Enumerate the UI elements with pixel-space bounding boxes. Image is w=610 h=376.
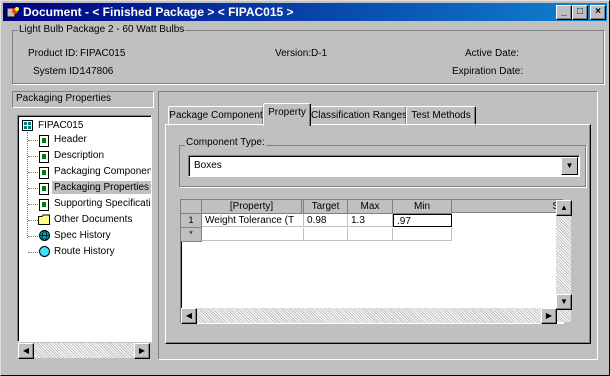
version-label: Version: (275, 48, 312, 59)
tree-item-route-history[interactable]: Route History (54, 245, 115, 258)
tab-test-methods[interactable]: Test Methods (406, 106, 476, 126)
title-bar[interactable]: Document - < Finished Package > < FIPAC0… (3, 3, 607, 21)
tab-package-component[interactable]: Package Component (168, 106, 264, 126)
document-icon (39, 183, 49, 195)
chevron-down-icon[interactable]: ▼ (561, 157, 578, 175)
navigation-tree: FIPAC015 Header Description Packaging Co… (17, 115, 152, 342)
component-type-label: Component Type: (185, 137, 266, 148)
system-id-value: 147806 (80, 66, 114, 77)
tab-classification-ranges[interactable]: Classification Ranges (310, 106, 407, 126)
scroll-right-button[interactable]: ▶ (134, 343, 150, 359)
header-group-title: Light Bulb Package 2 - 60 Watt Bulbs (18, 24, 186, 35)
tree-branch (28, 252, 38, 253)
grid-horizontal-scrollbar[interactable] (181, 308, 556, 323)
folder-icon (38, 214, 50, 225)
window-title: Document - < Finished Package > < FIPAC0… (23, 5, 294, 19)
tree-item-packaging-properties[interactable]: Packaging Properties (52, 181, 151, 194)
row-number[interactable]: 1 (181, 214, 202, 228)
new-row-marker[interactable]: * (181, 228, 202, 242)
tree-branch (28, 236, 38, 237)
globe-icon (39, 230, 50, 241)
document-icon (39, 135, 49, 147)
tree-branch (28, 140, 38, 141)
cell-min[interactable] (393, 228, 452, 241)
system-id-label: System ID: (33, 66, 82, 77)
column-header-property[interactable]: [Property] (202, 200, 304, 214)
tree-root-icon[interactable] (22, 120, 33, 131)
tree-branch (28, 204, 38, 205)
cell-property[interactable]: Weight Tolerance (T (202, 214, 304, 227)
grid-scroll-right-button[interactable]: ▶ (541, 308, 557, 324)
tree-item-header[interactable]: Header (54, 133, 87, 146)
cell-max[interactable] (348, 228, 393, 241)
tree-branch (28, 188, 38, 189)
component-type-value: Boxes (194, 160, 222, 171)
close-button[interactable]: × (590, 5, 606, 20)
column-header-min[interactable]: Min (393, 200, 452, 214)
tree-item-other-documents[interactable]: Other Documents (54, 213, 132, 226)
scroll-down-button[interactable]: ▼ (556, 294, 572, 310)
product-id-label: Product ID: (28, 48, 79, 59)
cell-target[interactable] (304, 228, 348, 241)
cell-property[interactable] (202, 228, 304, 241)
scroll-up-button[interactable]: ▲ (556, 200, 572, 216)
cell-min[interactable]: .97 (393, 214, 452, 227)
minimize-button[interactable]: _ (556, 5, 572, 20)
product-id-value: FIPAC015 (80, 48, 126, 59)
app-icon (6, 7, 19, 18)
maximize-button[interactable]: □ (572, 5, 588, 20)
tree-item-description[interactable]: Description (54, 149, 104, 162)
expiration-date-label: Expiration Date: (452, 66, 524, 77)
tree-trunk-line (27, 132, 28, 238)
tree-horizontal-scrollbar[interactable] (18, 343, 150, 358)
tree-item-supporting-specifications[interactable]: Supporting Specifications (54, 197, 151, 210)
tree-branch (28, 172, 38, 173)
document-icon (39, 151, 49, 163)
tab-property[interactable]: Property (263, 103, 311, 126)
grid-scroll-left-button[interactable]: ◀ (181, 308, 197, 324)
document-icon (39, 167, 49, 179)
tree-item-spec-history[interactable]: Spec History (54, 229, 111, 242)
version-value: D-1 (311, 48, 328, 59)
grid-corner (181, 200, 202, 214)
document-icon (39, 199, 49, 211)
route-icon (39, 246, 50, 257)
tree-branch (28, 156, 38, 157)
column-header-max[interactable]: Max (348, 200, 393, 214)
tree-branch (28, 220, 38, 221)
property-grid: [Property] Target Max Min S 1 Weight Tol… (180, 199, 564, 324)
tree-item-packaging-components[interactable]: Packaging Components (54, 165, 151, 178)
cell-max[interactable]: 1.3 (348, 214, 393, 227)
scroll-left-button[interactable]: ◀ (18, 343, 34, 359)
active-date-label: Active Date: (465, 48, 519, 59)
left-panel-title: Packaging Properties (16, 93, 112, 104)
cell-target[interactable]: 0.98 (304, 214, 348, 227)
tree-root-label[interactable]: FIPAC015 (38, 119, 83, 132)
column-header-s[interactable]: S (452, 200, 562, 213)
column-header-target[interactable]: Target (304, 200, 348, 214)
component-type-select[interactable]: Boxes ▼ (188, 155, 580, 177)
